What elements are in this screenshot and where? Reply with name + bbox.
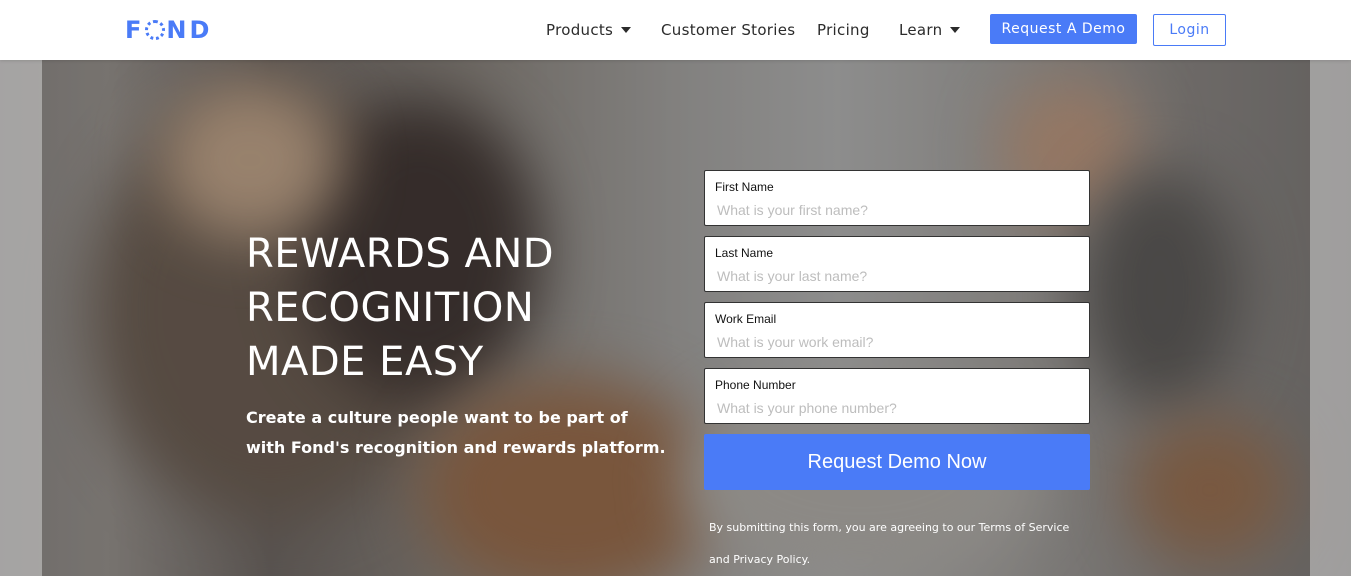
nav-learn[interactable]: Learn [899,21,961,39]
phone-number-input[interactable] [717,398,1077,418]
hero-headline-line: RECOGNITION [246,285,535,331]
hero-headline-line: REWARDS AND [246,231,555,277]
caret-down-icon [950,27,961,33]
nav-customer-stories[interactable]: Customer Stories [661,21,795,39]
first-name-input[interactable] [717,200,1077,220]
work-email-input[interactable] [717,332,1077,352]
hero-section [0,60,1351,576]
fond-logo[interactable]: F ND [125,15,212,45]
nav-pricing[interactable]: Pricing [817,21,870,39]
phone-number-label: Phone Number [715,378,796,392]
hero-headline-line: MADE EASY [246,339,484,385]
first-name-label: First Name [715,180,774,194]
hero-headline: REWARDS AND RECOGNITION MADE EASY [246,227,646,389]
hero-side-panel [0,60,42,576]
site-header: F ND Products Customer Stories Pricing Le… [0,0,1351,60]
logo-o-ring-icon [145,20,166,40]
hero-side-panel [1310,60,1351,576]
last-name-input[interactable] [717,266,1077,286]
nav-products-label: Products [546,21,614,39]
form-disclaimer: By submitting this form, you are agreein… [709,521,1070,566]
caret-down-icon [621,27,632,33]
request-demo-now-button[interactable]: Request Demo Now [704,434,1090,490]
last-name-field[interactable]: Last Name [704,236,1090,292]
hero-subtext: Create a culture people want to be part … [246,408,666,457]
login-button[interactable]: Login [1153,14,1226,46]
nav-learn-label: Learn [899,21,943,39]
last-name-label: Last Name [715,246,774,260]
phone-number-field[interactable]: Phone Number [704,368,1090,424]
nav-customer-stories-label: Customer Stories [661,21,796,39]
hero-overlay [0,60,1351,576]
work-email-field[interactable]: Work Email [704,302,1090,358]
nav-products[interactable]: Products [546,21,632,39]
nav-pricing-label: Pricing [817,21,870,39]
first-name-field[interactable]: First Name [704,170,1090,226]
work-email-label: Work Email [715,312,777,326]
request-demo-button[interactable]: Request A Demo [990,14,1137,44]
